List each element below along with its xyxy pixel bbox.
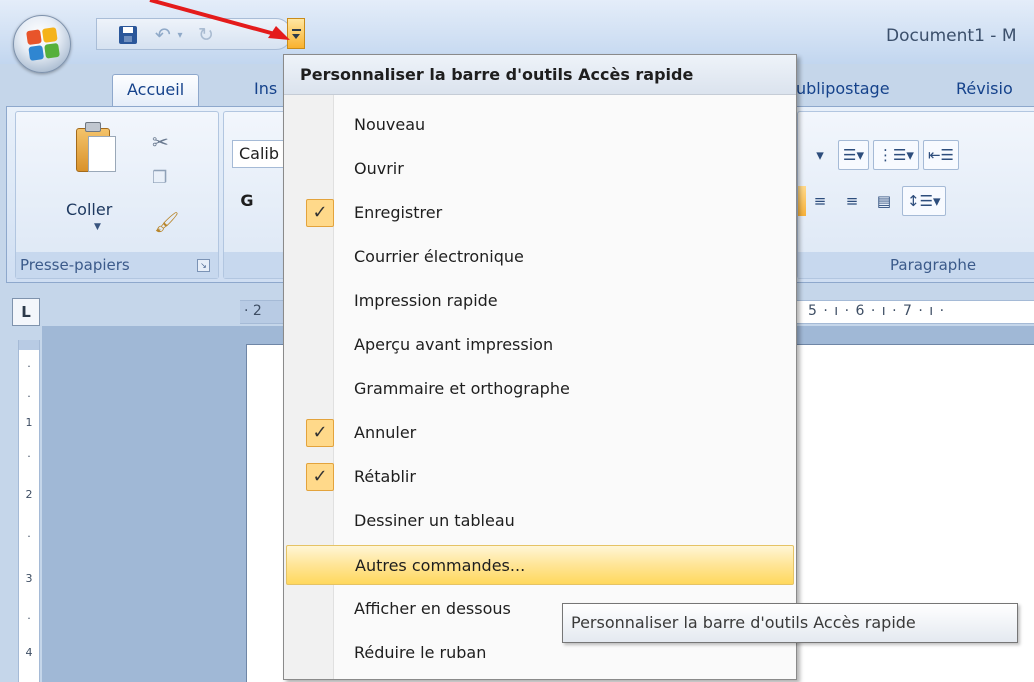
copy-icon[interactable]: ❐ xyxy=(152,168,167,188)
menu-item-enregistrer[interactable]: ✓ Enregistrer xyxy=(286,193,794,233)
menu-item-grammaire[interactable]: Grammaire et orthographe xyxy=(286,369,794,409)
justify-icon[interactable]: ▤ xyxy=(870,186,898,216)
tab-accueil[interactable]: Accueil xyxy=(112,74,200,106)
highlight-edge xyxy=(798,186,806,216)
menu-item-retablir[interactable]: ✓ Rétablir xyxy=(286,457,794,497)
vruler-tick: 4 xyxy=(25,646,33,659)
paste-icon[interactable] xyxy=(76,122,118,174)
menu-item-label: Annuler xyxy=(354,423,417,442)
tab-selector[interactable]: L xyxy=(12,298,40,326)
menu-item-label: Grammaire et orthographe xyxy=(354,379,570,398)
menu-item-label: Dessiner un tableau xyxy=(354,511,515,530)
menu-item-dessiner-tableau[interactable]: Dessiner un tableau xyxy=(286,501,794,541)
ruler-left-marks: · 2 xyxy=(244,303,262,319)
customize-qat-menu: Personnaliser la barre d'outils Accès ra… xyxy=(283,54,797,680)
vruler-tick: · xyxy=(27,450,31,463)
multilevel-list-icon[interactable]: ⋮☰▾ xyxy=(872,140,919,170)
menu-item-label: Aperçu avant impression xyxy=(354,335,554,354)
menu-item-label: Courrier électronique xyxy=(354,247,524,266)
menu-header: Personnaliser la barre d'outils Accès ra… xyxy=(284,55,796,95)
annotation-arrow xyxy=(149,0,290,40)
menu-item-annuler[interactable]: ✓ Annuler xyxy=(286,413,794,453)
vruler-tick: · xyxy=(27,360,31,373)
bold-button[interactable]: G xyxy=(232,186,262,216)
vruler-tick: 1 xyxy=(25,416,33,429)
dialog-launcher-icon[interactable]: ↘ xyxy=(197,259,210,272)
menu-item-impression-rapide[interactable]: Impression rapide xyxy=(286,281,794,321)
menu-item-label: Impression rapide xyxy=(354,291,498,310)
menu-item-nouveau[interactable]: Nouveau xyxy=(286,105,794,145)
paragraph-group-label: Paragraphe xyxy=(798,252,1034,278)
vruler-tick: 3 xyxy=(25,572,33,585)
menu-item-label: Autres commandes... xyxy=(355,556,526,575)
vertical-ruler[interactable]: · · 1 · 2 · 3 · 4 xyxy=(18,340,40,682)
menu-item-label: Réduire le ruban xyxy=(354,643,487,662)
vruler-tick: · xyxy=(27,612,31,625)
tab-revision[interactable]: Révisio xyxy=(942,74,1027,106)
menu-item-label: Afficher en dessous xyxy=(354,599,511,618)
checkmark-icon: ✓ xyxy=(306,463,334,491)
clipboard-group: Coller ▼ ✂ ❐ 🖌 Presse-papiers ↘ xyxy=(15,111,219,279)
vruler-tick: · xyxy=(27,390,31,403)
numbering-icon[interactable]: ☰▾ xyxy=(838,140,869,170)
menu-item-label: Nouveau xyxy=(354,115,426,134)
tooltip: Personnaliser la barre d'outils Accès ra… xyxy=(562,603,1018,643)
cut-icon[interactable]: ✂ xyxy=(152,130,169,154)
format-painter-icon[interactable]: 🖌 xyxy=(154,210,179,234)
vruler-tick: 2 xyxy=(25,488,33,501)
align-center-icon[interactable]: ≡ xyxy=(806,186,834,216)
clipboard-group-label: Presse-papiers xyxy=(16,252,218,278)
checkmark-icon: ✓ xyxy=(306,419,334,447)
paste-dropdown-icon[interactable]: ▼ xyxy=(94,222,101,232)
paragraph-group: ▾ ☰▾ ⋮☰▾ ⇤☰ ≡ ≡ ▤ ↕☰▾ Paragraphe xyxy=(797,111,1034,279)
menu-item-label: Enregistrer xyxy=(354,203,443,222)
menu-item-label: Rétablir xyxy=(354,467,416,486)
vruler-tick: · xyxy=(27,530,31,543)
menu-item-apercu[interactable]: Aperçu avant impression xyxy=(286,325,794,365)
menu-item-autres-commandes[interactable]: Autres commandes... xyxy=(286,545,794,585)
paste-button-label[interactable]: Coller xyxy=(66,200,112,219)
ruler-right-marks: 5 · ı · 6 · ı · 7 · ı · xyxy=(808,303,946,319)
align-right-icon[interactable]: ≡ xyxy=(838,186,866,216)
line-spacing-icon[interactable]: ↕☰▾ xyxy=(902,186,946,216)
decrease-indent-icon[interactable]: ⇤☰ xyxy=(922,140,959,170)
menu-item-label: Ouvrir xyxy=(354,159,404,178)
checkmark-icon: ✓ xyxy=(306,199,334,227)
menu-item-ouvrir[interactable]: Ouvrir xyxy=(286,149,794,189)
menu-item-courrier[interactable]: Courrier électronique xyxy=(286,237,794,277)
tab-publipostage[interactable]: ublipostage xyxy=(782,74,904,106)
document-title: Document1 - M xyxy=(886,26,1017,46)
bullets-dropdown-icon[interactable]: ▾ xyxy=(806,140,834,170)
